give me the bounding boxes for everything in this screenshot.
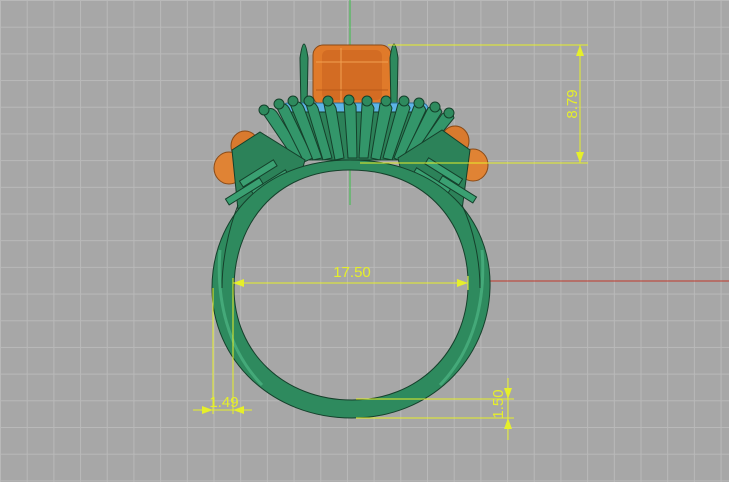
ring-model[interactable] (211, 43, 491, 419)
cad-viewport[interactable]: 8.79 17.50 1.49 1.50 (0, 0, 729, 482)
dim-band-thickness-label: 1.50 (490, 389, 507, 418)
dim-inner-diameter-label: 17.50 (333, 264, 371, 281)
dim-head-height-label: 8.79 (564, 89, 581, 118)
ring-shank (211, 159, 491, 419)
dim-band-width-label: 1.49 (209, 394, 238, 411)
viewport-canvas[interactable]: 8.79 17.50 1.49 1.50 (0, 0, 729, 482)
